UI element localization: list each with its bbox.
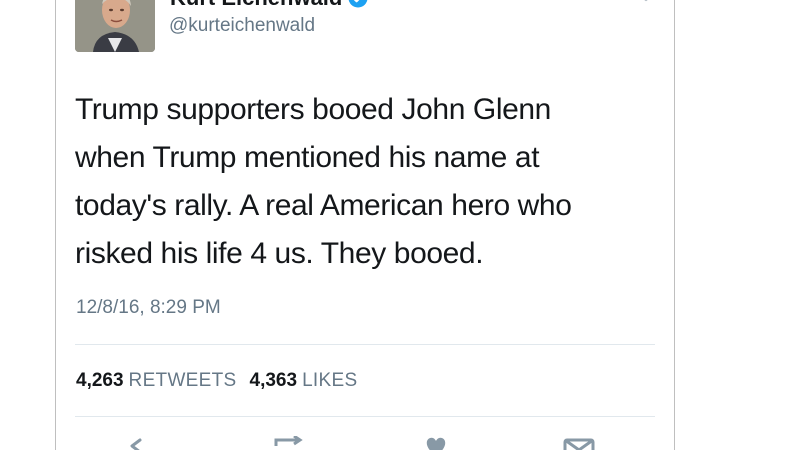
likes-stat[interactable]: 4,363 LIKES [250, 370, 358, 391]
tweet-actions [56, 434, 674, 450]
tweet-text: Trump supporters booed John Glenn when T… [75, 86, 655, 278]
like-icon[interactable] [419, 436, 453, 450]
avatar[interactable] [75, 0, 155, 52]
likes-label: LIKES [302, 370, 358, 391]
reply-icon[interactable] [124, 436, 158, 450]
author-display-name-row[interactable]: Kurt Eichenwald [170, 0, 368, 11]
retweets-count: 4,263 [76, 370, 124, 391]
divider [75, 344, 655, 345]
retweets-stat[interactable]: 4,263 RETWEETS [76, 370, 237, 391]
tweet-text-line: today's rally. A real American hero who [75, 189, 572, 222]
screenshot-stage: Kurt Eichenwald @kurteichenwald Trump su… [0, 0, 798, 450]
tweet-text-line: when Trump mentioned his name at [75, 141, 540, 174]
retweets-label: RETWEETS [128, 370, 237, 391]
retweet-icon[interactable] [272, 434, 306, 450]
message-icon[interactable] [562, 436, 596, 450]
tweet-stats: 4,263 RETWEETS 4,363 LIKES [76, 370, 357, 392]
chevron-down-icon[interactable] [636, 0, 656, 4]
tweet-card: Kurt Eichenwald @kurteichenwald Trump su… [55, 0, 675, 450]
author-handle[interactable]: @kurteichenwald [169, 15, 315, 37]
tweet-timestamp[interactable]: 12/8/16, 8:29 PM [76, 297, 221, 319]
author-display-name[interactable]: Kurt Eichenwald [170, 0, 342, 11]
divider [75, 416, 655, 417]
verified-badge-icon [348, 0, 368, 8]
tweet-text-line: Trump supporters booed John Glenn [75, 93, 551, 126]
tweet-text-line: risked his life 4 us. They booed. [75, 237, 484, 270]
likes-count: 4,363 [249, 370, 298, 391]
